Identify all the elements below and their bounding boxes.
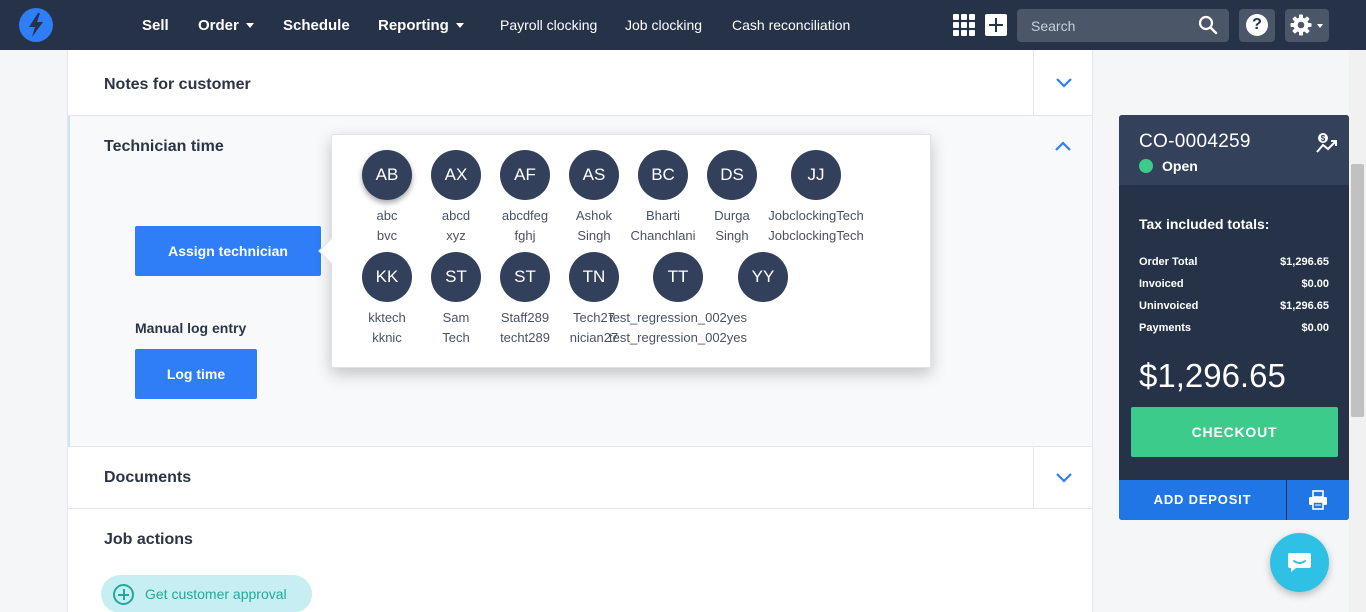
technician-name: JobclockingTech JobclockingTech bbox=[768, 208, 864, 243]
nav-payroll-clocking-label: Payroll clocking bbox=[500, 17, 598, 33]
search-icon[interactable] bbox=[1198, 15, 1218, 35]
documents-toggle[interactable] bbox=[1033, 447, 1092, 508]
nav-order[interactable]: Order bbox=[198, 0, 254, 50]
grand-total: $1,296.65 bbox=[1139, 357, 1286, 394]
nav-payroll-clocking[interactable]: Payroll clocking bbox=[500, 0, 597, 50]
search-input[interactable] bbox=[1017, 9, 1192, 42]
avatar: AS bbox=[569, 150, 619, 200]
order-summary-panel: CO-0004259 Open $ Tax included totals: O… bbox=[1119, 115, 1349, 520]
total-row-payments: Payments $0.00 bbox=[1139, 322, 1329, 334]
avatar: ST bbox=[500, 252, 550, 302]
caret-down-icon bbox=[455, 22, 464, 28]
chat-bubble-icon bbox=[1288, 553, 1311, 572]
finance-trend-icon[interactable]: $ bbox=[1315, 132, 1339, 156]
nav-reporting[interactable]: Reporting bbox=[378, 0, 464, 50]
search-box bbox=[1017, 9, 1229, 42]
nav-schedule[interactable]: Schedule bbox=[283, 0, 350, 50]
notes-title: Notes for customer bbox=[104, 76, 251, 93]
settings-button[interactable] bbox=[1285, 9, 1329, 42]
printer-icon bbox=[1309, 490, 1327, 510]
totals-title: Tax included totals: bbox=[1139, 216, 1270, 232]
nav-cash-reconciliation-label: Cash reconciliation bbox=[732, 17, 851, 33]
chevron-up-icon[interactable] bbox=[1054, 140, 1072, 152]
total-row-invoiced: Invoiced $0.00 bbox=[1139, 278, 1329, 290]
avatar: ST bbox=[431, 252, 481, 302]
nav-sell-label: Sell bbox=[142, 17, 169, 34]
documents-section[interactable]: Documents bbox=[68, 447, 1092, 509]
status-dot-icon bbox=[1139, 159, 1153, 173]
add-new-icon[interactable] bbox=[985, 14, 1007, 36]
print-button[interactable] bbox=[1287, 480, 1349, 520]
nav-job-clocking-label: Job clocking bbox=[625, 17, 703, 33]
job-actions-title: Job actions bbox=[104, 531, 193, 548]
nav-reporting-label: Reporting bbox=[378, 17, 449, 34]
chevron-down-icon bbox=[1056, 78, 1072, 88]
notes-section[interactable]: Notes for customer bbox=[68, 50, 1092, 116]
apps-grid-icon[interactable] bbox=[953, 14, 975, 36]
scrollbar-thumb[interactable] bbox=[1351, 164, 1364, 417]
nav-sell[interactable]: Sell bbox=[142, 0, 169, 50]
avatar: YY bbox=[738, 252, 788, 302]
avatar: AX bbox=[431, 150, 481, 200]
gear-icon bbox=[1290, 14, 1312, 36]
help-button[interactable]: ? bbox=[1239, 9, 1275, 42]
avatar: BC bbox=[638, 150, 688, 200]
checkout-button[interactable]: CHECKOUT bbox=[1131, 407, 1338, 457]
chevron-down-icon bbox=[1056, 473, 1072, 483]
avatar: DS bbox=[707, 150, 757, 200]
documents-title: Documents bbox=[104, 469, 192, 486]
plus-circle-icon bbox=[113, 584, 134, 605]
total-row-uninvoiced: Uninvoiced $1,296.65 bbox=[1139, 300, 1329, 312]
question-icon: ? bbox=[1246, 14, 1268, 36]
manual-log-entry-label: Manual log entry bbox=[135, 320, 247, 336]
technician-name: test_regression_002yes test_regression_00… bbox=[608, 310, 748, 345]
add-deposit-button[interactable]: ADD DEPOSIT bbox=[1119, 480, 1286, 520]
chat-widget-button[interactable] bbox=[1270, 533, 1329, 592]
avatar: JJ bbox=[791, 150, 841, 200]
avatar: AF bbox=[500, 150, 550, 200]
lightning-logo-icon[interactable] bbox=[19, 8, 53, 42]
nav-order-label: Order bbox=[198, 17, 239, 34]
order-header: CO-0004259 Open $ bbox=[1119, 115, 1349, 185]
order-number: CO-0004259 bbox=[1139, 131, 1251, 152]
assign-technician-button[interactable]: Assign technician bbox=[135, 226, 321, 276]
top-nav-bar: Sell Order Schedule Reporting Payroll cl… bbox=[0, 0, 1366, 50]
order-status: Open bbox=[1162, 158, 1198, 174]
nav-job-clocking[interactable]: Job clocking bbox=[625, 0, 702, 50]
technician-time-title: Technician time bbox=[104, 138, 224, 155]
avatar: KK bbox=[362, 252, 412, 302]
svg-text:$: $ bbox=[1321, 134, 1326, 143]
avatar: TN bbox=[569, 252, 619, 302]
notes-toggle[interactable] bbox=[1033, 50, 1092, 115]
avatar: AB bbox=[362, 150, 412, 200]
get-customer-approval-label: Get customer approval bbox=[145, 586, 287, 602]
total-row-order-total: Order Total $1,296.65 bbox=[1139, 256, 1329, 268]
get-customer-approval-button[interactable]: Get customer approval bbox=[101, 575, 312, 612]
caret-down-icon bbox=[245, 22, 254, 28]
caret-down-icon bbox=[1317, 24, 1323, 28]
avatar: TT bbox=[653, 252, 703, 302]
nav-cash-reconciliation[interactable]: Cash reconciliation bbox=[732, 0, 850, 50]
nav-schedule-label: Schedule bbox=[283, 17, 350, 34]
log-time-button[interactable]: Log time bbox=[135, 349, 257, 399]
technician-picker-popover: AB abc bvc AX abcd xyz AF abcdfeg fghj AS A… bbox=[318, 134, 931, 368]
